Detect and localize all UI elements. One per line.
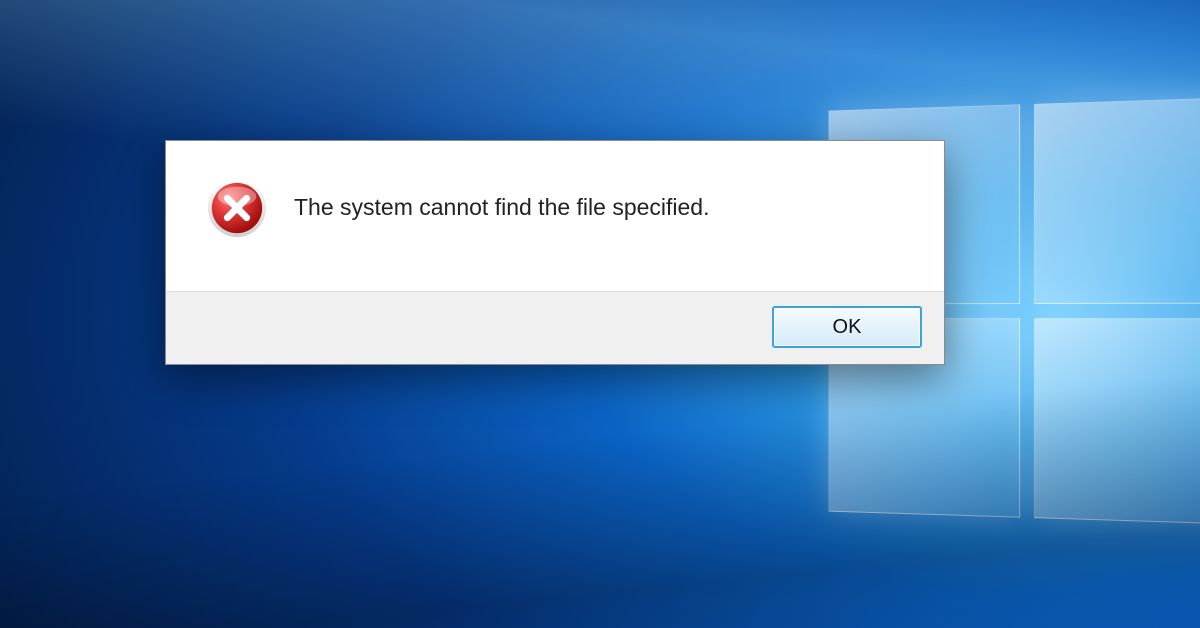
ok-button[interactable]: OK (772, 306, 922, 348)
dialog-footer: OK (166, 291, 944, 364)
error-dialog: The system cannot find the file specifie… (165, 140, 945, 365)
dialog-body: The system cannot find the file specifie… (166, 141, 944, 291)
dialog-message: The system cannot find the file specifie… (294, 193, 710, 223)
desktop-background: The system cannot find the file specifie… (0, 0, 1200, 628)
error-icon (206, 177, 268, 239)
